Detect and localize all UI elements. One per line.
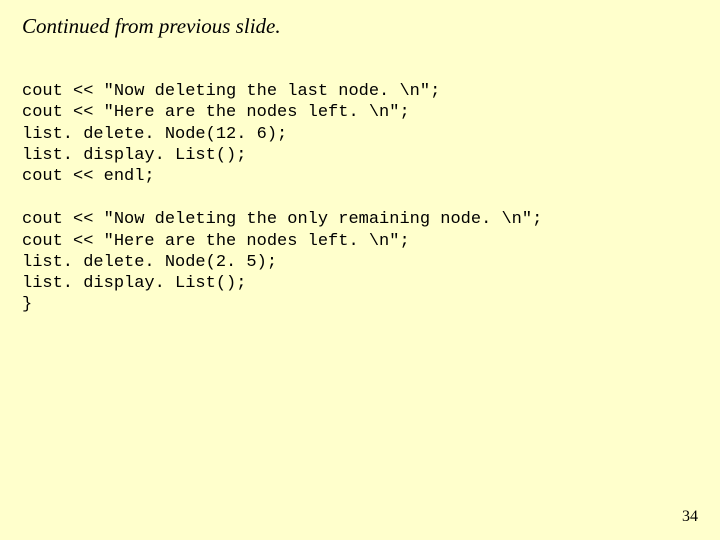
- continuation-note: Continued from previous slide.: [22, 14, 698, 39]
- code-block-2: cout << "Now deleting the only remaining…: [22, 209, 698, 315]
- code-block-1: cout << "Now deleting the last node. \n"…: [22, 81, 698, 187]
- page-number: 34: [682, 508, 698, 526]
- slide-container: Continued from previous slide. cout << "…: [0, 0, 720, 540]
